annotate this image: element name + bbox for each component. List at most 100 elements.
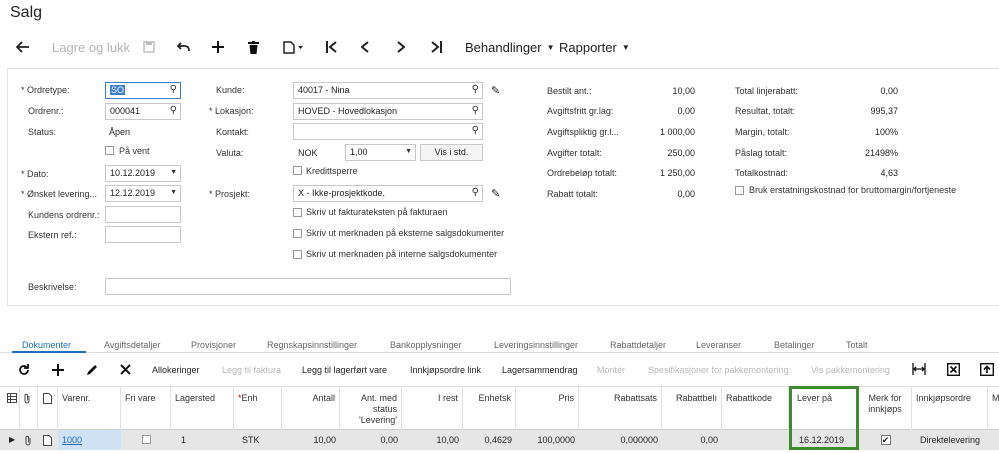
first-record-icon[interactable] [326, 30, 337, 64]
cell-free-item[interactable] [121, 430, 171, 450]
col-unit-cost[interactable]: Enhetsk [463, 387, 516, 430]
tab-documents[interactable]: Dokumenter [22, 340, 71, 350]
actions-menu[interactable]: Behandlinger ▼ [465, 30, 555, 64]
show-packaging-button[interactable]: Vis pakkemontering [811, 365, 890, 375]
po-link-button[interactable]: Innkjøpsordre link [410, 365, 481, 375]
search-icon[interactable]: ⚲ [472, 84, 479, 95]
col-mark-for-po[interactable]: Merk for innkjøps [859, 387, 912, 430]
customer-field[interactable]: 40017 - Nina ⚲ [293, 82, 483, 99]
row-settings-icon[interactable] [6, 387, 20, 430]
next-record-icon[interactable] [397, 30, 405, 64]
replacement-cost-checkbox[interactable] [735, 186, 744, 195]
cell-qty[interactable]: 10,00 [282, 430, 340, 450]
delete-row-icon[interactable] [120, 364, 131, 375]
back-arrow-icon[interactable] [16, 30, 30, 64]
edit-customer-icon[interactable]: ✎ [491, 84, 500, 97]
order-nbr-field[interactable]: 000041 ⚲ [105, 103, 181, 120]
search-icon[interactable]: ⚲ [170, 84, 177, 95]
credit-hold-checkbox[interactable] [293, 166, 302, 175]
currency-rate-field[interactable]: 1,00 ▼ [345, 144, 416, 161]
cell-uom[interactable]: STK [234, 430, 282, 450]
tab-bank-info[interactable]: Bankopplysninger [390, 340, 462, 350]
refresh-icon[interactable] [18, 364, 30, 376]
copy-paste-icon[interactable] [283, 30, 303, 64]
view-base-currency-button[interactable]: Vis i std. [420, 144, 483, 161]
tab-tax-details[interactable]: Avgiftsdetaljer [104, 340, 160, 350]
date-field[interactable]: 10.12.2019 ▼ [105, 165, 181, 182]
tab-commissions[interactable]: Provisjoner [191, 340, 236, 350]
search-icon[interactable]: ⚲ [170, 105, 177, 116]
cell-item[interactable]: 1000 [58, 430, 121, 450]
chevron-down-icon[interactable]: ▼ [405, 148, 412, 155]
col-discount-pct[interactable]: Rabattsats [579, 387, 662, 430]
chevron-down-icon[interactable]: ▼ [170, 189, 177, 196]
on-hold-checkbox[interactable] [105, 146, 114, 155]
add-invoice-button[interactable]: Legg til faktura [222, 365, 281, 375]
contact-field[interactable]: ⚲ [293, 123, 483, 140]
print-note-internal-checkbox[interactable] [293, 250, 302, 259]
mark-for-po-checkbox-checked[interactable]: ✔ [880, 435, 891, 445]
free-item-checkbox[interactable] [141, 435, 151, 444]
edit-project-icon[interactable]: ✎ [491, 187, 500, 200]
upload-icon[interactable] [980, 363, 994, 376]
tab-totals[interactable]: Totalt [846, 340, 868, 350]
customer-order-field[interactable] [105, 206, 181, 223]
last-record-icon[interactable] [431, 30, 442, 64]
delete-icon[interactable] [248, 30, 259, 64]
inventory-summary-button[interactable]: Lagersammendrag [502, 365, 578, 375]
attachment-icon[interactable] [20, 430, 38, 450]
cell-discount-pct[interactable]: 0,000000 [579, 430, 662, 450]
col-ship-on[interactable]: Lever på [789, 387, 859, 430]
item-link[interactable]: 1000 [62, 435, 82, 445]
external-ref-field[interactable] [105, 226, 181, 243]
cell-discount-code[interactable] [722, 430, 789, 450]
tab-discount-details[interactable]: Rabattdetaljer [610, 340, 666, 350]
fit-columns-icon[interactable] [912, 363, 926, 375]
description-field[interactable] [105, 278, 511, 295]
col-warehouse[interactable]: Lagersted [171, 387, 234, 430]
tab-payments[interactable]: Betalinger [774, 340, 815, 350]
requested-date-field[interactable]: 12.12.2019 ▼ [105, 185, 181, 202]
print-note-external-checkbox[interactable] [293, 229, 302, 238]
search-icon[interactable]: ⚲ [472, 105, 479, 116]
order-type-field[interactable]: SO ⚲ [105, 82, 181, 99]
col-open-qty[interactable]: I rest [402, 387, 463, 430]
project-field[interactable]: X - Ikke-prosjektkode. ⚲ [293, 185, 483, 202]
add-icon[interactable] [212, 30, 224, 64]
cell-price[interactable]: 100,0000 [516, 430, 579, 450]
col-po-source[interactable]: Innkjøpsordre [912, 387, 988, 430]
col-qty-shipped[interactable]: Ant. med status 'Levering' [340, 387, 402, 430]
tab-shipping-settings[interactable]: Leveringsinnstillinger [494, 340, 578, 350]
packaging-spec-button[interactable]: Spesifikasjoner for pakkemontering [648, 365, 789, 375]
allocations-button[interactable]: Allokeringer [152, 365, 200, 375]
col-item[interactable]: Varenr. [58, 387, 121, 430]
col-extra[interactable]: M [988, 387, 999, 430]
export-excel-icon[interactable] [947, 363, 960, 376]
reports-menu[interactable]: Rapporter ▼ [559, 30, 630, 64]
chevron-down-icon[interactable]: ▼ [170, 169, 177, 176]
previous-record-icon[interactable] [361, 30, 369, 64]
cell-discount-amt[interactable]: 0,00 [662, 430, 722, 450]
tab-accounting-settings[interactable]: Regnskapsinnstillinger [267, 340, 357, 350]
col-discount-code[interactable]: Rabattkode [722, 387, 789, 430]
configure-button[interactable]: Montér [597, 365, 625, 375]
cell-unit-cost[interactable]: 0,4629 [463, 430, 516, 450]
search-icon[interactable]: ⚲ [472, 187, 479, 198]
add-stock-item-button[interactable]: Legg til lagerført vare [302, 365, 387, 375]
cell-ship-on[interactable]: 16.12.2019 [789, 430, 859, 450]
search-icon[interactable]: ⚲ [472, 125, 479, 136]
col-discount-amt[interactable]: Rabattbelı [662, 387, 722, 430]
location-field[interactable]: HOVED - Hovedlokasjon ⚲ [293, 103, 483, 120]
col-price[interactable]: Pris [516, 387, 579, 430]
save-close-button[interactable]: Lagre og lukk [52, 30, 130, 64]
cell-mark-for-po[interactable]: ✔ [859, 430, 912, 450]
note-icon[interactable] [38, 430, 58, 450]
table-row[interactable]: ▶ 1000 1 STK 10,00 0,00 10,00 0,4629 100… [0, 430, 999, 450]
print-invoice-text-checkbox[interactable] [293, 208, 302, 217]
cell-warehouse[interactable]: 1 [171, 430, 234, 450]
add-row-icon[interactable] [52, 364, 64, 376]
tab-shipments[interactable]: Leveranser [696, 340, 741, 350]
col-uom[interactable]: *Enh [234, 387, 282, 430]
col-qty[interactable]: Antall [282, 387, 340, 430]
undo-icon[interactable] [177, 30, 191, 64]
